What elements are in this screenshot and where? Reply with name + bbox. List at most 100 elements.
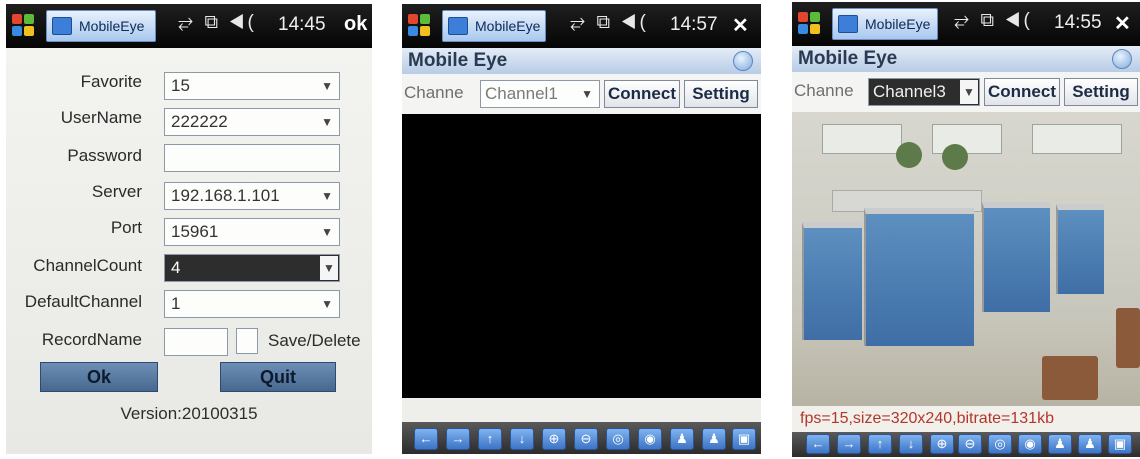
ok-dot-icon[interactable] (1112, 49, 1132, 69)
focus-far-icon[interactable]: ◉ (1018, 434, 1042, 454)
focus-near-icon[interactable]: ◎ (988, 434, 1012, 454)
channel-combo[interactable]: Channel1 ▼ (480, 80, 600, 108)
ok-dot-icon[interactable] (733, 51, 753, 71)
chevron-down-icon: ▼ (320, 256, 338, 280)
right-arrow-icon[interactable]: → (837, 434, 861, 454)
windows-start-icon[interactable] (12, 14, 36, 38)
app-icon (448, 17, 468, 35)
quit-button[interactable]: Quit (220, 362, 336, 392)
snapshot-icon[interactable]: ▣ (732, 428, 756, 450)
stats-bar (402, 398, 761, 422)
zoom-in-icon[interactable]: ⊕ (542, 428, 566, 450)
channel-combo[interactable]: Channel3 ▼ (868, 78, 980, 106)
wall-window (932, 124, 1002, 154)
username-combo[interactable]: 222222 ▼ (164, 108, 340, 136)
chevron-down-icon: ▼ (581, 87, 593, 101)
snapshot-icon[interactable]: ▣ (1108, 434, 1132, 454)
left-arrow-icon[interactable]: ← (414, 428, 438, 450)
favorite-combo[interactable]: 15 ▼ (164, 72, 340, 100)
channelcount-label: ChannelCount (33, 256, 142, 275)
focus-near-icon[interactable]: ◎ (606, 428, 630, 450)
channelcount-combo[interactable]: 4 ▼ (164, 254, 340, 282)
chevron-down-icon: ▼ (321, 225, 333, 239)
clock: 14:45 (278, 14, 326, 35)
ok-button[interactable]: Ok (40, 362, 158, 392)
person-alt-icon[interactable]: ♟ (1078, 434, 1102, 454)
left-arrow-icon[interactable]: ← (806, 434, 830, 454)
app-icon (838, 15, 858, 33)
chevron-down-icon: ▼ (321, 189, 333, 203)
server-label: Server (91, 182, 142, 201)
chevron-down-icon: ▼ (321, 79, 333, 93)
viewer-screen-idle: MobileEye ⥂ ⧉ ◀( 14:57 ✕ Mobile Eye Chan… (402, 4, 761, 454)
channel-toolbar: Channe Channel3 ▼ Connect Setting (792, 72, 1140, 112)
app-tab-label: MobileEye (865, 16, 931, 32)
control-bar: ← → ↑ ↓ ⊕ ⊖ ◎ ◉ ♟ ♟ ▣ (792, 432, 1140, 457)
clock: 14:55 (1054, 12, 1102, 33)
person-alt-icon[interactable]: ♟ (702, 428, 726, 450)
down-arrow-icon[interactable]: ↓ (899, 434, 923, 454)
chevron-down-icon: ▼ (960, 80, 978, 104)
taskbar: MobileEye ⥂ ⧉ ◀( 14:55 ✕ (792, 2, 1140, 46)
cubicle-panel (802, 222, 862, 340)
person-icon[interactable]: ♟ (1048, 434, 1072, 454)
chair (1116, 308, 1140, 368)
defaultchannel-combo[interactable]: 1 ▼ (164, 290, 340, 318)
windows-start-icon[interactable] (798, 12, 822, 36)
video-view[interactable] (402, 114, 761, 398)
port-combo[interactable]: 15961 ▼ (164, 218, 340, 246)
status-icons: ⥂ ⧉ ◀( (570, 12, 649, 33)
taskbar: MobileEye ⥂ ⧉ ◀( 14:57 ✕ (402, 4, 761, 48)
app-tab[interactable]: MobileEye (832, 8, 938, 40)
app-tab-label: MobileEye (79, 18, 145, 34)
connect-button[interactable]: Connect (604, 80, 680, 108)
channel-value: Channel3 (873, 82, 946, 101)
password-field[interactable] (164, 144, 340, 172)
cubicle-panel (1056, 204, 1104, 294)
up-arrow-icon[interactable]: ↑ (868, 434, 892, 454)
recordname-field[interactable] (164, 328, 228, 356)
control-bar: ← → ↑ ↓ ⊕ ⊖ ◎ ◉ ♟ ♟ ▣ (402, 422, 761, 454)
app-tab[interactable]: MobileEye (442, 10, 546, 42)
recordname-label: RecordName (41, 330, 142, 349)
server-combo[interactable]: 192.168.1.101 ▼ (164, 182, 340, 210)
clock: 14:57 (670, 14, 718, 35)
setting-button[interactable]: Setting (684, 80, 758, 108)
windows-start-icon[interactable] (408, 14, 432, 38)
zoom-in-icon[interactable]: ⊕ (930, 434, 954, 454)
close-icon[interactable]: ✕ (1114, 11, 1131, 36)
viewer-screen-streaming: MobileEye ⥂ ⧉ ◀( 14:55 ✕ Mobile Eye Chan… (792, 2, 1140, 457)
save-delete-label: Save/Delete (268, 331, 361, 350)
window-title: Mobile Eye (792, 46, 1140, 72)
port-value: 15961 (171, 222, 219, 241)
window-title-text: Mobile Eye (408, 50, 508, 71)
zoom-out-icon[interactable]: ⊖ (958, 434, 982, 454)
channel-label: Channe (404, 83, 464, 102)
favorite-label: Favorite (80, 72, 142, 91)
plant (896, 142, 922, 168)
zoom-out-icon[interactable]: ⊖ (574, 428, 598, 450)
down-arrow-icon[interactable]: ↓ (510, 428, 534, 450)
app-tab[interactable]: MobileEye (46, 10, 156, 42)
username-label: UserName (60, 108, 142, 127)
status-icons: ⥂ ⧉ ◀( (954, 10, 1033, 31)
version-text: Version:20100315 (120, 404, 258, 423)
save-delete-checkbox[interactable] (236, 328, 258, 354)
ok-button[interactable]: ok (344, 13, 367, 36)
window-title-text: Mobile Eye (798, 48, 898, 69)
right-arrow-icon[interactable]: → (446, 428, 470, 450)
chevron-down-icon: ▼ (321, 115, 333, 129)
up-arrow-icon[interactable]: ↑ (478, 428, 502, 450)
connect-button[interactable]: Connect (984, 78, 1060, 106)
chevron-down-icon: ▼ (321, 297, 333, 311)
close-icon[interactable]: ✕ (732, 13, 749, 38)
settings-screen: MobileEye ⥂ ⧉ ◀( 14:45 ok Favorite 15 ▼ … (6, 4, 372, 454)
app-tab-label: MobileEye (475, 18, 541, 34)
username-value: 222222 (171, 112, 228, 131)
channel-value: Channel1 (485, 84, 558, 103)
video-view[interactable] (792, 112, 1140, 408)
setting-button[interactable]: Setting (1064, 78, 1138, 106)
status-icons: ⥂ ⧉ ◀( (178, 12, 257, 33)
focus-far-icon[interactable]: ◉ (638, 428, 662, 450)
person-icon[interactable]: ♟ (670, 428, 694, 450)
